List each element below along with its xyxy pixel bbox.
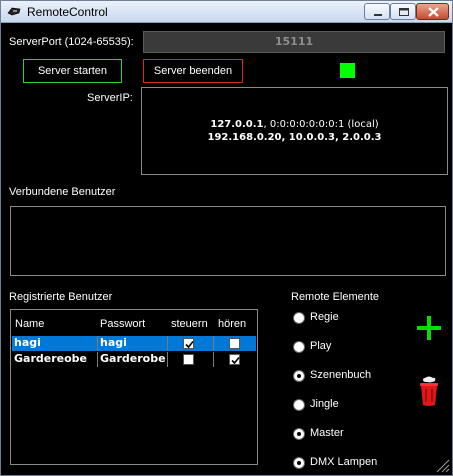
steuern-checkbox[interactable] [183,338,194,349]
column-header-password[interactable]: Passwort [100,318,145,330]
cell-name[interactable]: Gardereobe [12,352,98,367]
ip-local-address: 127.0.0.1 [210,119,264,130]
title-bar[interactable]: RemoteControl [1,1,452,23]
maximize-button[interactable] [390,3,416,20]
close-button[interactable] [416,3,449,20]
window-title: RemoteControl [27,5,108,19]
trash-icon[interactable] [417,375,441,407]
radio-button[interactable] [293,399,305,411]
checkmark-icon [185,340,194,349]
start-server-button[interactable]: Server starten [23,59,122,83]
stop-server-button[interactable]: Server beenden [143,59,243,83]
table-row[interactable]: Gardereobe Garderobe [12,352,256,367]
server-port-label: ServerPort (1024-65535): [9,36,134,48]
radio-button[interactable] [293,312,305,324]
remote-item-label: DMX Lampen [310,456,378,468]
remote-item-label: Jingle [310,398,339,410]
hoeren-checkbox[interactable] [229,354,240,365]
remote-item-label: Regie [310,311,339,323]
remote-item-label: Szenenbuch [310,369,372,381]
main-window: RemoteControl ServerPort (1024-65535): 1… [0,0,453,476]
ip-line-local: 127.0.0.1, 0:0:0:0:0:0:0:1 (local) [142,119,447,130]
server-ip-label: ServerIP: [87,92,133,104]
minimize-icon [374,14,382,16]
checkmark-icon [231,356,240,365]
cell-password[interactable]: Garderobe [98,352,168,367]
connected-users-list[interactable] [10,206,446,276]
remote-elements-label: Remote Elemente [291,291,380,303]
registered-users-label: Registrierte Benutzer [9,291,113,303]
server-port-input[interactable]: 15111 [143,31,445,53]
ip-local-rest: , 0:0:0:0:0:0:0:1 (local) [263,119,379,130]
plus-icon[interactable] [415,314,443,342]
cell-name[interactable]: hagi [12,336,98,351]
steuern-checkbox[interactable] [183,354,194,365]
maximize-icon [399,8,409,16]
cell-password[interactable]: hagi [98,336,168,351]
remote-item-label: Play [310,340,332,352]
close-icon [428,7,439,17]
server-ip-display: 127.0.0.1, 0:0:0:0:0:0:0:1 (local) 192.1… [141,87,448,175]
minimize-button[interactable] [364,3,390,20]
ip-line-network: 192.168.0.20, 10.0.0.3, 2.0.0.3 [207,132,382,143]
registered-users-table[interactable]: Name Passwort steuern hören hagi hagi Ga… [10,309,258,465]
table-row[interactable]: hagi hagi [12,336,256,351]
server-status-indicator [340,63,355,78]
radio-button[interactable] [293,457,305,469]
column-header-name[interactable]: Name [15,318,44,330]
cell-hoeren [214,336,256,351]
cell-steuern [168,352,214,367]
connected-users-label: Verbundene Benutzer [9,186,116,198]
remote-item-label: Master [310,427,344,439]
hoeren-checkbox[interactable] [229,338,240,349]
app-icon [7,7,21,16]
resize-grip-icon[interactable] [434,457,450,473]
radio-button[interactable] [293,428,305,440]
column-header-steuern[interactable]: steuern [171,318,208,330]
cell-steuern [168,336,214,351]
radio-button[interactable] [293,341,305,353]
cell-hoeren [214,352,256,367]
column-header-hoeren[interactable]: hören [218,318,246,330]
radio-button[interactable] [293,370,305,382]
